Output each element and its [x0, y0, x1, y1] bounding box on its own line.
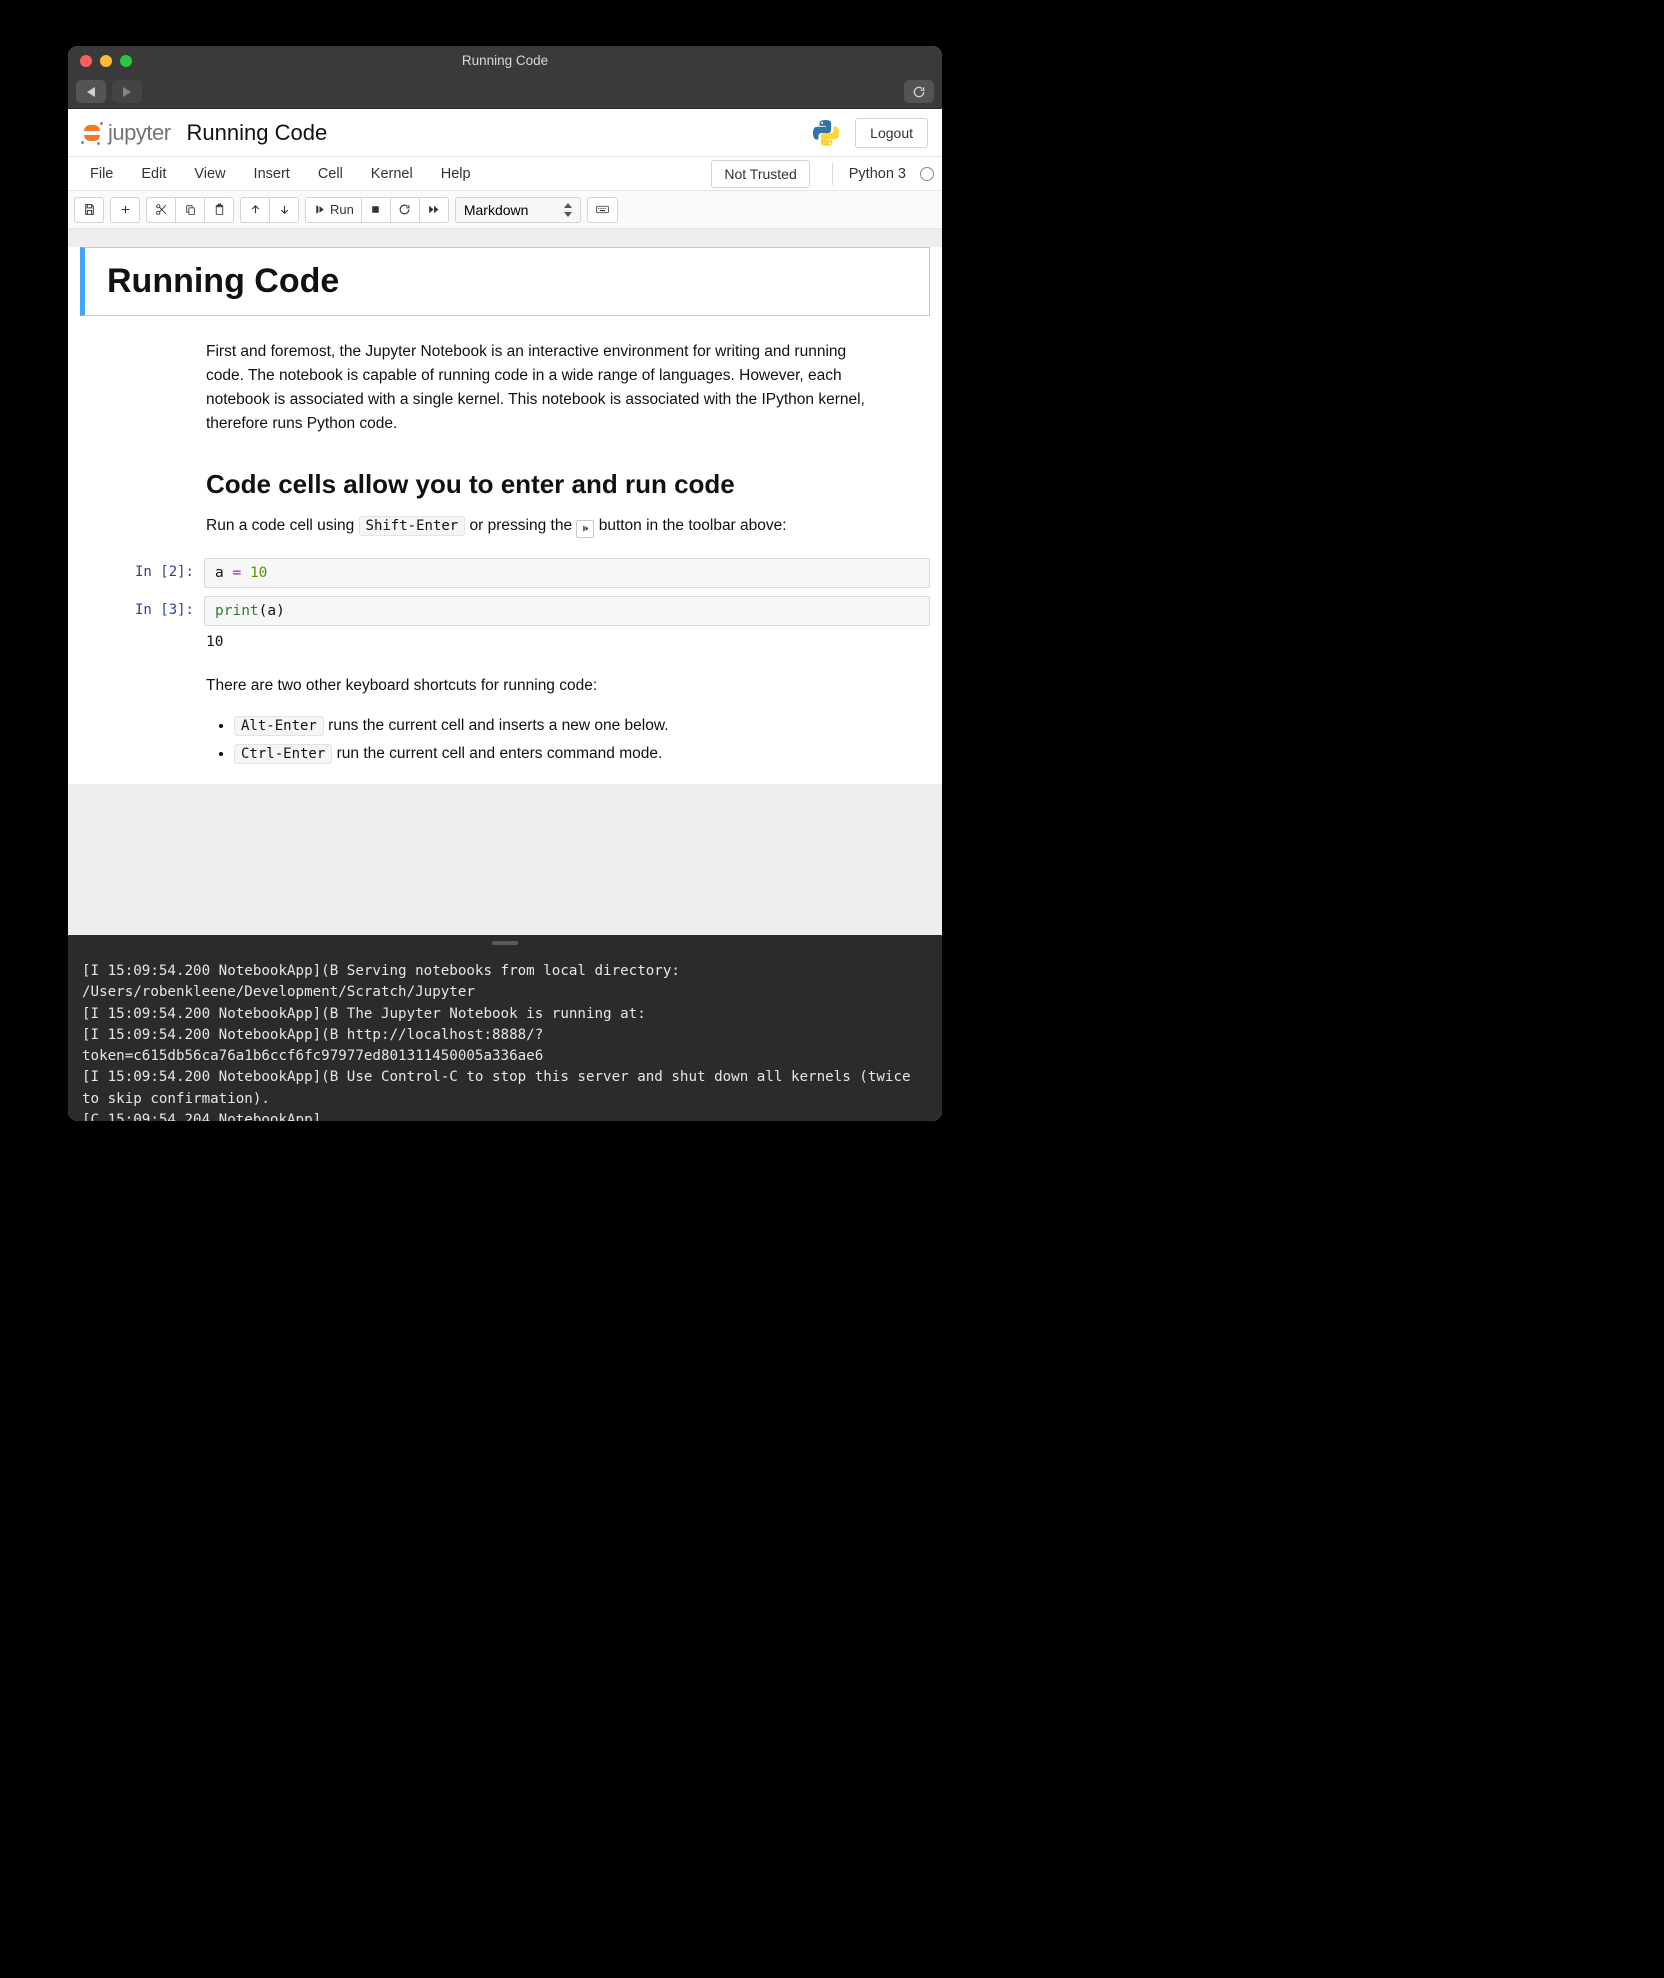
menu-help[interactable]: Help — [427, 160, 485, 188]
kernel-status-icon — [920, 167, 934, 181]
paragraph: First and foremost, the Jupyter Notebook… — [206, 340, 882, 436]
markdown-output: First and foremost, the Jupyter Notebook… — [68, 316, 942, 538]
kbd-shortcut: Alt-Enter — [234, 716, 324, 736]
move-up-button[interactable] — [240, 197, 270, 223]
menu-cell[interactable]: Cell — [304, 160, 357, 188]
plus-icon — [119, 203, 132, 216]
menu-view[interactable]: View — [180, 160, 239, 188]
menu-bar: File Edit View Insert Cell Kernel Help N… — [68, 157, 942, 191]
logout-button[interactable]: Logout — [855, 118, 928, 148]
jupyter-mark-icon — [82, 123, 102, 143]
run-icon — [576, 520, 594, 538]
menu-edit[interactable]: Edit — [127, 160, 180, 188]
menu-separator — [832, 163, 833, 185]
title-bar: Running Code — [68, 46, 942, 75]
code-output: 10 — [68, 630, 942, 650]
keyboard-icon — [596, 203, 609, 216]
back-button[interactable] — [76, 80, 106, 103]
stop-icon — [369, 203, 382, 216]
paste-button[interactable] — [204, 197, 234, 223]
kbd-shortcut: Shift-Enter — [359, 516, 466, 536]
run-icon — [313, 203, 326, 216]
reload-icon — [912, 85, 926, 99]
toolbar: Run Markdown — [68, 191, 942, 229]
menu-file[interactable]: File — [76, 160, 127, 188]
terminal-output[interactable]: [I 15:09:54.200 NotebookApp](B Serving n… — [68, 951, 942, 1121]
move-down-button[interactable] — [269, 197, 299, 223]
copy-button[interactable] — [175, 197, 205, 223]
run-label: Run — [330, 202, 354, 217]
code-input[interactable]: a = 10 — [204, 558, 930, 588]
jupyter-wordmark: jupyter — [108, 120, 171, 146]
reload-button[interactable] — [904, 80, 934, 103]
kbd-shortcut: Ctrl-Enter — [234, 744, 332, 764]
insert-cell-button[interactable] — [110, 197, 140, 223]
heading-1: Running Code — [107, 262, 907, 301]
close-icon[interactable] — [80, 55, 92, 67]
input-prompt: In [3]: — [80, 596, 204, 626]
chevron-left-icon — [87, 87, 95, 97]
minimize-icon[interactable] — [100, 55, 112, 67]
menu-insert[interactable]: Insert — [240, 160, 304, 188]
code-cell[interactable]: In [2]: a = 10 — [68, 554, 942, 592]
heading-2: Code cells allow you to enter and run co… — [206, 464, 882, 504]
jupyter-logo[interactable]: jupyter — [82, 120, 171, 146]
input-prompt: In [2]: — [80, 558, 204, 588]
window-title: Running Code — [68, 53, 942, 68]
markdown-output: There are two other keyboard shortcuts f… — [68, 650, 942, 766]
restart-button[interactable] — [390, 197, 420, 223]
cut-button[interactable] — [146, 197, 176, 223]
save-icon — [83, 203, 96, 216]
scissors-icon — [155, 203, 168, 216]
fullscreen-icon[interactable] — [120, 55, 132, 67]
list-item: Alt-Enter runs the current cell and inse… — [234, 714, 882, 738]
restart-icon — [398, 203, 411, 216]
cell-type-select[interactable]: Markdown — [455, 197, 581, 223]
list: Alt-Enter runs the current cell and inse… — [206, 714, 882, 766]
kernel-name[interactable]: Python 3 — [849, 166, 906, 182]
arrow-up-icon — [249, 203, 262, 216]
restart-run-all-button[interactable] — [419, 197, 449, 223]
split-handle[interactable] — [68, 935, 942, 951]
chevron-right-icon — [123, 87, 131, 97]
copy-icon — [184, 203, 197, 216]
paste-icon — [213, 203, 226, 216]
run-button[interactable]: Run — [305, 197, 362, 223]
trust-button[interactable]: Not Trusted — [711, 160, 809, 188]
notebook-title[interactable]: Running Code — [187, 120, 328, 146]
paragraph: There are two other keyboard shortcuts f… — [206, 674, 882, 698]
interrupt-button[interactable] — [361, 197, 391, 223]
browser-nav — [68, 75, 942, 109]
code-cell[interactable]: In [3]: print(a) — [68, 592, 942, 630]
arrow-down-icon — [278, 203, 291, 216]
code-input[interactable]: print(a) — [204, 596, 930, 626]
list-item: Ctrl-Enter run the current cell and ente… — [234, 742, 882, 766]
fast-forward-icon — [427, 203, 440, 216]
notebook: Running Code First and foremost, the Jup… — [68, 247, 942, 784]
menu-kernel[interactable]: Kernel — [357, 160, 427, 188]
app-window: Running Code jupyter Run — [68, 46, 942, 1121]
command-palette-button[interactable] — [587, 197, 618, 223]
save-button[interactable] — [74, 197, 104, 223]
paragraph: Run a code cell using Shift-Enter or pre… — [206, 514, 882, 538]
forward-button[interactable] — [112, 80, 142, 103]
markdown-cell-selected[interactable]: Running Code — [80, 247, 930, 316]
notebook-scroll-area[interactable]: Running Code First and foremost, the Jup… — [68, 229, 942, 935]
python-icon — [813, 120, 839, 146]
cell-type-value: Markdown — [464, 202, 529, 218]
chevron-down-icon — [564, 212, 572, 217]
jupyter-header: jupyter Running Code Logout — [68, 109, 942, 157]
